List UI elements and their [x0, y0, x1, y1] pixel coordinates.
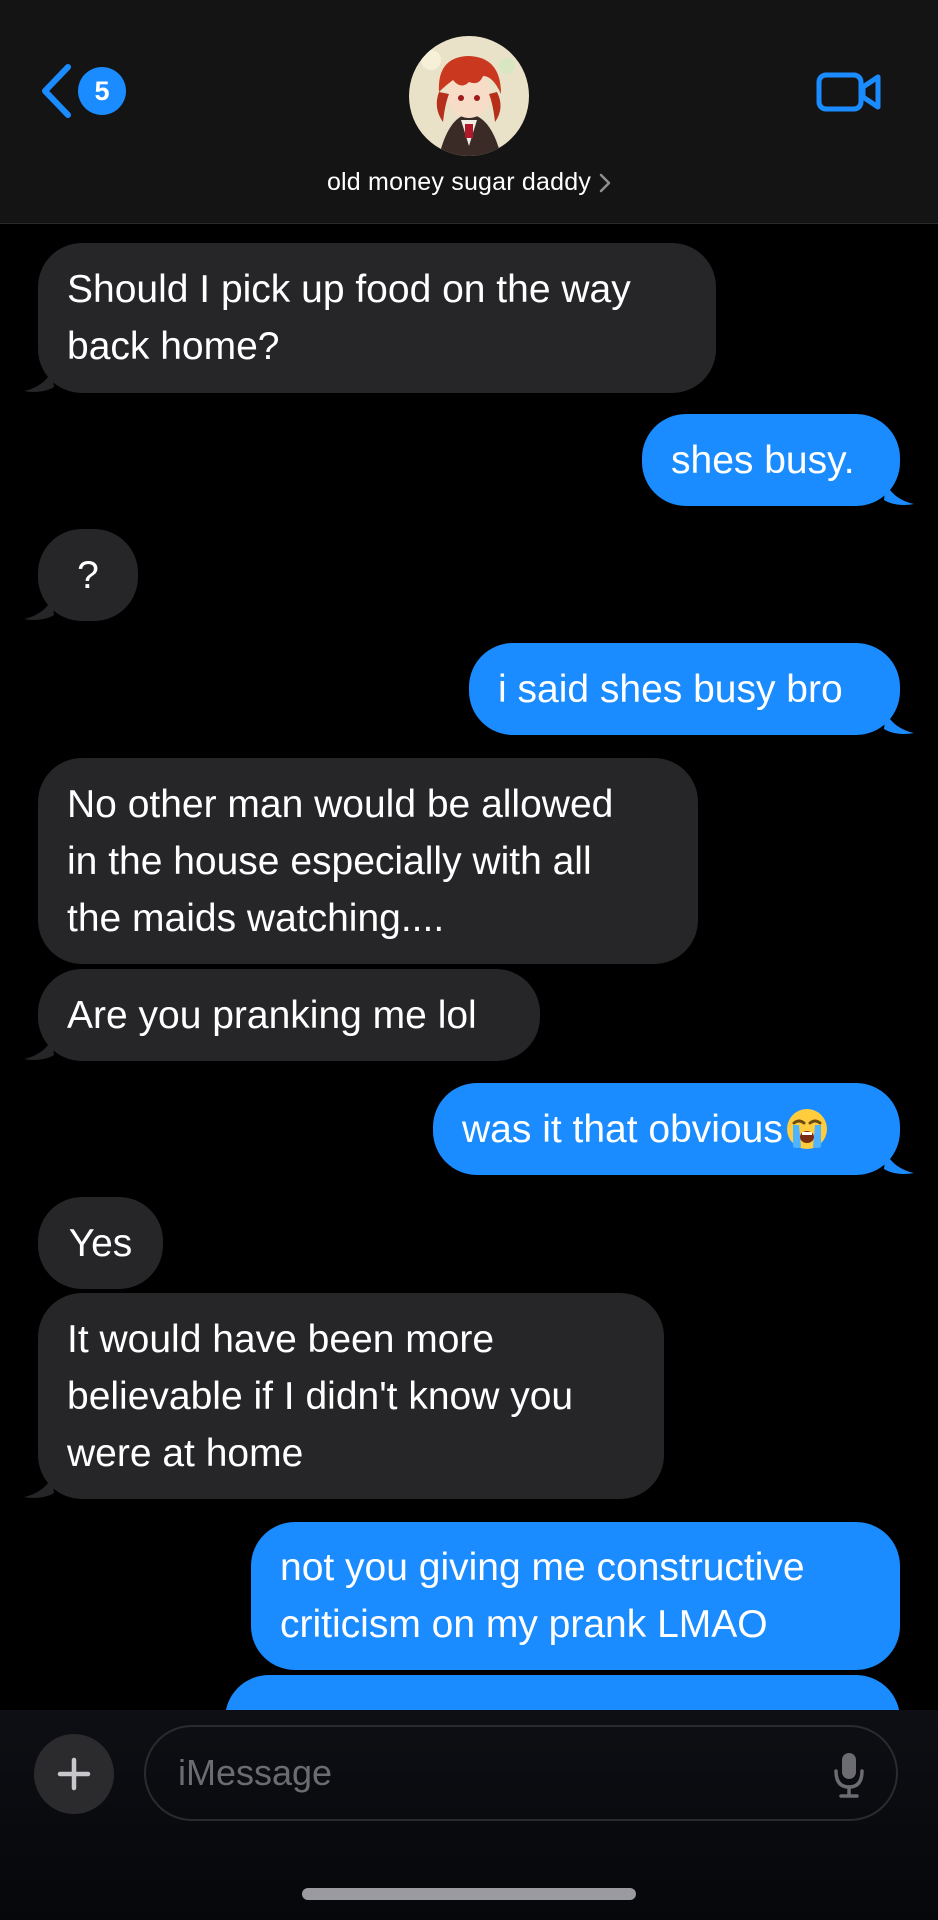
outgoing-message[interactable]: shes busy. — [642, 414, 900, 506]
message-text: It would have been more believable if I … — [67, 1317, 574, 1475]
dictation-button[interactable] — [832, 1751, 866, 1799]
message-text: i said shes busy bro — [498, 667, 843, 711]
message-composer — [0, 1710, 938, 1920]
outgoing-message[interactable]: not you giving me constructive criticism… — [251, 1522, 900, 1670]
message-text: shes busy. — [671, 438, 855, 482]
video-camera-icon — [816, 72, 881, 112]
incoming-message[interactable]: No other man would be allowed in the hou… — [38, 758, 698, 964]
message-text: was it that obvious — [462, 1107, 783, 1151]
message-text: ? — [77, 553, 99, 597]
message-text: Are you pranking me lol — [67, 993, 477, 1037]
message-field[interactable] — [144, 1725, 898, 1821]
back-button[interactable]: 5 — [38, 62, 126, 120]
message-text: Should I pick up food on the way back ho… — [67, 268, 631, 368]
facetime-video-button[interactable] — [816, 70, 882, 114]
contact-avatar[interactable] — [409, 36, 529, 156]
incoming-message[interactable]: Yes — [38, 1197, 163, 1289]
outgoing-bubble-tail — [884, 1152, 914, 1174]
message-text: not you giving me constructive criticism… — [280, 1546, 805, 1646]
chevron-right-icon — [599, 173, 611, 192]
incoming-message[interactable]: Are you pranking me lol — [38, 969, 540, 1061]
apps-plus-button[interactable] — [34, 1734, 114, 1814]
incoming-message[interactable]: It would have been more believable if I … — [38, 1293, 664, 1499]
incoming-bubble-tail — [24, 370, 54, 392]
chevron-left-icon — [42, 64, 71, 118]
loudly-crying-face-emoji — [786, 1109, 827, 1149]
message-thread[interactable]: Should I pick up food on the way back ho… — [0, 0, 938, 1710]
message-text: Yes — [68, 1221, 133, 1265]
outgoing-message[interactable]: i said shes busy bro — [469, 643, 900, 735]
incoming-message[interactable]: Should I pick up food on the way back ho… — [38, 243, 716, 393]
incoming-bubble-tail — [24, 1038, 54, 1060]
message-text: No other man would be allowed in the hou… — [67, 782, 614, 940]
conversation-header: 5 old money sugar daddy — [0, 0, 938, 224]
contact-name: old money sugar daddy — [326, 168, 592, 196]
plus-icon — [57, 1757, 91, 1791]
outgoing-message[interactable] — [225, 1675, 900, 1710]
outgoing-bubble-tail — [884, 712, 914, 734]
message-input[interactable] — [176, 1751, 800, 1795]
home-indicator[interactable] — [302, 1888, 636, 1900]
avatar-image — [409, 36, 529, 156]
unread-count-badge: 5 — [78, 67, 126, 115]
incoming-bubble-tail — [24, 598, 54, 620]
contact-name-button[interactable]: old money sugar daddy — [0, 168, 938, 197]
outgoing-bubble-tail — [884, 483, 914, 505]
incoming-bubble-tail — [24, 1476, 54, 1498]
outgoing-message[interactable]: was it that obvious — [433, 1083, 900, 1175]
microphone-icon — [834, 1753, 864, 1798]
